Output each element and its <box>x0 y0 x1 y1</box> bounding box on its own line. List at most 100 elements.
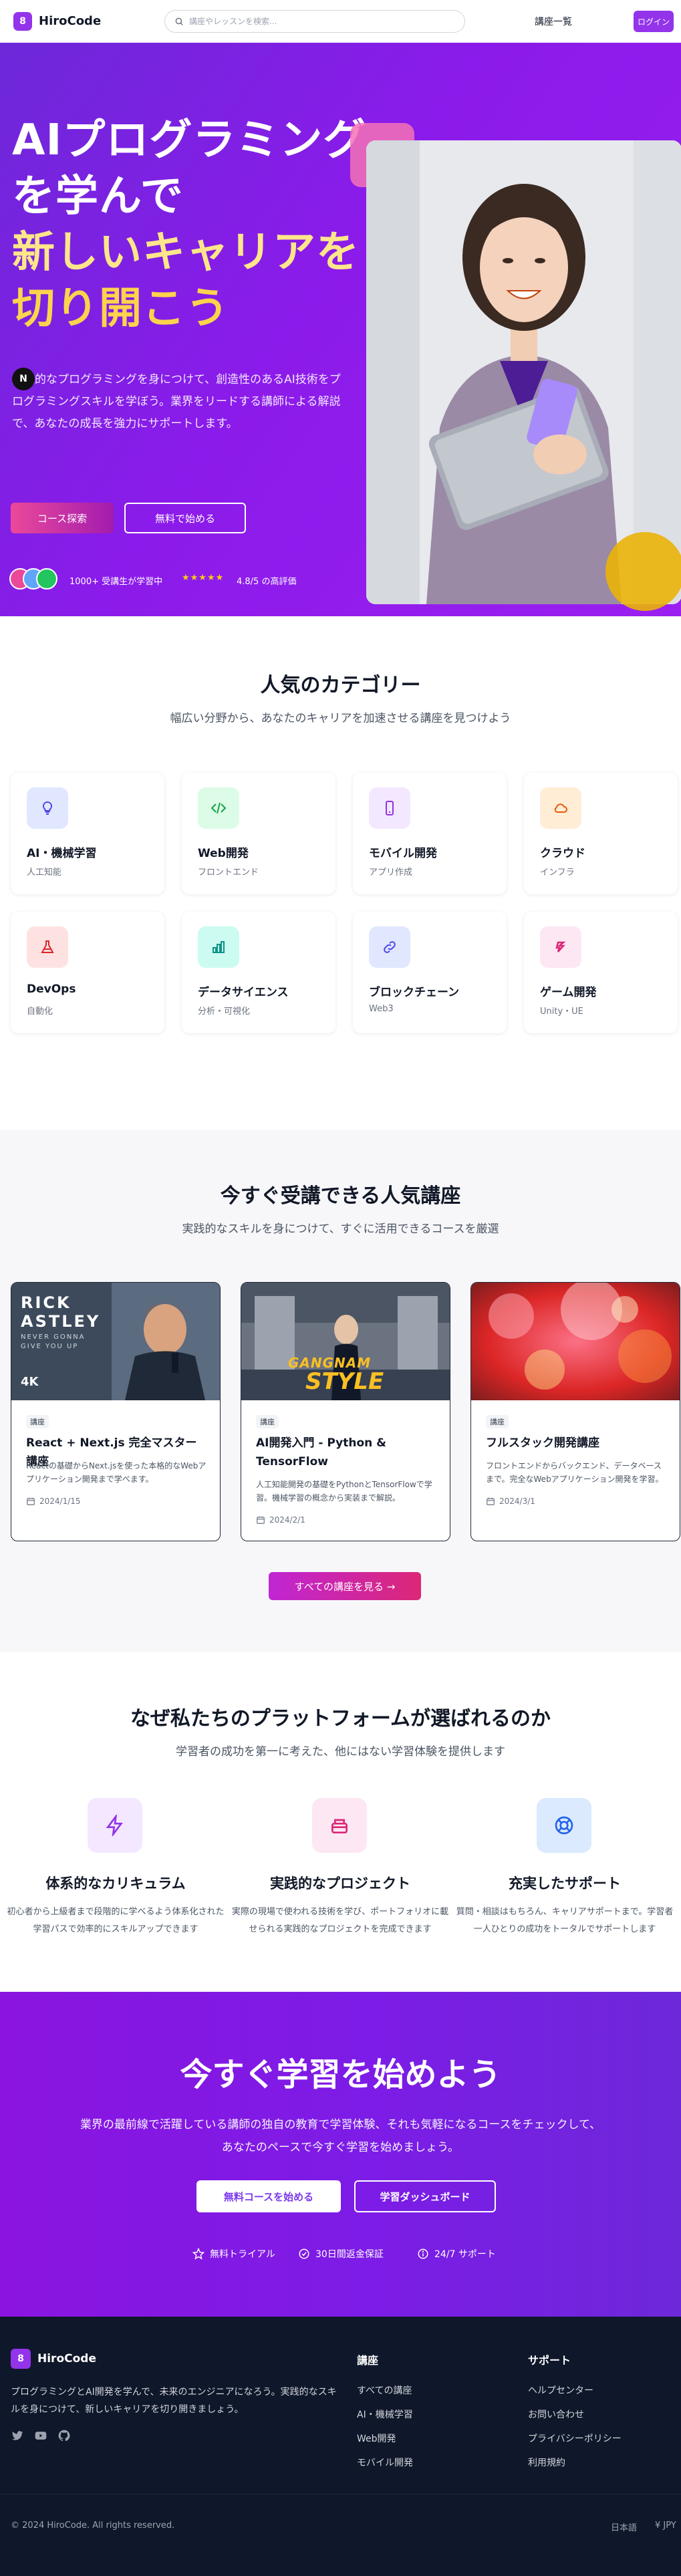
learning-dashboard-button[interactable]: 学習ダッシュボード <box>354 2180 496 2212</box>
category-name: AI・機械学習 <box>27 847 97 860</box>
course-thumbnail <box>471 1283 680 1400</box>
category-name: ゲーム開発 <box>540 986 597 999</box>
category-card-cloud[interactable]: クラウド インフラ <box>524 773 678 894</box>
game-icon <box>540 926 581 968</box>
category-card-ai[interactable]: AI・機械学習 人工知能 <box>11 773 164 894</box>
github-icon[interactable] <box>57 2429 71 2442</box>
category-card-data-science[interactable]: データサイエンス 分析・可視化 <box>182 912 335 1033</box>
category-name: ブロックチェーン <box>369 986 460 999</box>
thumbnail-text: STYLE <box>305 1368 384 1395</box>
flask-icon <box>27 926 68 968</box>
courses-title: 今すぐ受講できる人気講座 <box>220 1184 461 1208</box>
category-card-blockchain[interactable]: ブロックチェーン Web3 <box>353 912 507 1033</box>
course-date: 2024/3/1 <box>486 1497 535 1506</box>
category-name: DevOps <box>27 983 76 996</box>
start-free-course-button[interactable]: 無料コースを始める <box>196 2180 341 2212</box>
site-footer: 8 HiroCode プログラミングとAI開発を学んで、未来のエンジニアになろう… <box>0 2317 681 2576</box>
feature-description: 初心者から上級者まで段階的に学べるよう体系化された学習パスで効率的にスキルアップ… <box>7 1907 225 1934</box>
search-input[interactable] <box>189 17 443 26</box>
search-icon <box>175 17 183 25</box>
course-description: Reactの基礎からNext.jsを使った本格的なWebアプリケーション開発まで… <box>26 1461 207 1484</box>
category-desc: 人工知能 <box>27 868 62 878</box>
categories-title: 人気のカテゴリー <box>260 674 421 697</box>
category-card-game[interactable]: ゲーム開発 Unity・UE <box>524 912 678 1033</box>
courses-subtitle: 実践的なスキルを身につけて、すぐに活用できるコースを厳選 <box>182 1222 499 1236</box>
cta-feature-support: 24/7 サポート <box>417 2247 496 2261</box>
youtube-icon[interactable] <box>33 2429 48 2442</box>
category-desc: インフラ <box>540 868 575 878</box>
category-desc: Web3 <box>369 1004 394 1014</box>
feature-title: 体系的なカリキュラム <box>45 1876 186 1892</box>
calendar-icon <box>487 1497 495 1505</box>
footer-logo-badge: 8 <box>11 2349 31 2369</box>
footer-link[interactable]: モバイル開発 <box>357 2456 413 2469</box>
footer-link[interactable]: Web開発 <box>357 2432 396 2445</box>
mobile-icon <box>369 787 410 829</box>
footer-link[interactable]: お問い合わせ <box>528 2408 584 2421</box>
cta-feature-label: 30日間返金保証 <box>315 2249 384 2260</box>
course-card[interactable]: 講座 フルスタック開発講座 フロントエンドからバックエンド、データベースまで。完… <box>470 1282 680 1541</box>
categories-subtitle: 幅広い分野から、あなたのキャリアを加速させる講座を見つけよう <box>170 712 511 725</box>
calendar-icon <box>27 1497 35 1505</box>
category-desc: Unity・UE <box>540 1007 583 1017</box>
footer-logo[interactable]: 8 HiroCode <box>11 2349 96 2369</box>
category-card-mobile[interactable]: モバイル開発 アプリ作成 <box>353 773 507 894</box>
start-free-button[interactable]: 無料で始める <box>124 503 246 533</box>
feature-description: 質問・相談はもちろん、キャリアサポートまで。学習者一人ひとりの成功をトータルでサ… <box>456 1907 674 1934</box>
footer-link[interactable]: すべての講座 <box>357 2384 412 2397</box>
hero-title-line: AIプログラミング <box>12 116 367 165</box>
cta-section: 今すぐ学習を始めよう 業界の最前線で活躍している講師の独自の教育で学習体験、それ… <box>0 1992 681 2317</box>
course-tag: 講座 <box>256 1415 279 1428</box>
course-tag: 講座 <box>26 1415 49 1428</box>
brand-name[interactable]: HiroCode <box>39 14 101 28</box>
rating-stars: ★★★★★ <box>182 573 225 583</box>
rating-text: 4.8/5 の高評価 <box>237 577 297 587</box>
course-date: 2024/1/15 <box>26 1497 81 1506</box>
view-all-courses-button[interactable]: すべての講座を見る → <box>269 1572 421 1600</box>
nav-courses-link[interactable]: 講座一覧 <box>535 15 572 28</box>
course-card[interactable]: GANGNAM STYLE 講座 AI開発入門 - Python & Tenso… <box>241 1282 450 1541</box>
category-card-devops[interactable]: DevOps 自動化 <box>11 912 164 1033</box>
cta-feature-label: 無料トライアル <box>210 2249 275 2260</box>
course-description: 人工知能開発の基礎をPythonとTensorFlowで学習。機械学習の概念から… <box>256 1480 432 1503</box>
course-thumbnail: RICK ASTLEY NEVER GONNA GIVE YOU UP 4K <box>11 1283 220 1400</box>
bolt-icon <box>88 1798 142 1853</box>
feature-curriculum: 体系的なカリキュラム 初心者から上級者まで段階的に学べるよう体系化された学習パス… <box>5 1798 225 1945</box>
category-name: モバイル開発 <box>369 847 437 860</box>
cta-feature-refund: 30日間返金保証 <box>298 2247 384 2261</box>
calendar-icon <box>257 1516 265 1524</box>
star-icon <box>192 2248 205 2260</box>
info-icon <box>418 2248 428 2259</box>
hero-title: AIプログラミング を学んで 新しいキャリアを 切り開こう <box>12 112 366 337</box>
course-card[interactable]: RICK ASTLEY NEVER GONNA GIVE YOU UP 4K 講… <box>11 1282 221 1541</box>
category-desc: 分析・可視化 <box>198 1007 251 1017</box>
footer-link[interactable]: AI・機械学習 <box>357 2408 413 2421</box>
link-icon <box>369 926 410 968</box>
feature-projects: 実践的なプロジェクト 実際の現場で使われる技術を学び、ポートフォリオに載せられる… <box>230 1798 448 1945</box>
explore-courses-button[interactable]: コース探索 <box>11 503 114 533</box>
course-date: 2024/2/1 <box>256 1515 305 1525</box>
code-icon <box>198 787 239 829</box>
decorative-circle <box>605 532 681 611</box>
course-title: AI開発入門 - Python & TensorFlow <box>256 1436 386 1468</box>
check-circle-icon <box>299 2248 309 2259</box>
search-bar[interactable] <box>164 10 465 33</box>
logo-badge[interactable]: 8 <box>13 11 32 31</box>
footer-link[interactable]: 利用規約 <box>528 2456 565 2469</box>
twitter-icon[interactable] <box>11 2429 24 2442</box>
currency-selector[interactable]: ¥ JPY <box>655 2521 676 2531</box>
feature-support: 充実したサポート 質問・相談はもちろん、キャリアサポートまで。学習者一人ひとりの… <box>454 1798 673 1945</box>
footer-link[interactable]: ヘルプセンター <box>528 2384 593 2397</box>
footer-description: プログラミングとAI開発を学んで、未来のエンジニアになろう。実践的なスキルを身に… <box>11 2387 337 2415</box>
language-selector[interactable]: 日本語 <box>611 2521 637 2533</box>
n-badge[interactable]: N <box>12 368 35 390</box>
course-date-text: 2024/3/1 <box>499 1497 535 1506</box>
login-button[interactable]: ログイン <box>634 11 674 32</box>
footer-link[interactable]: プライバシーポリシー <box>528 2432 622 2445</box>
why-subtitle: 学習者の成功を第一に考えた、他にはない学習体験を提供します <box>176 1745 505 1759</box>
category-card-web[interactable]: Web開発 フロントエンド <box>182 773 335 894</box>
hero-title-line: を学んで <box>12 172 184 221</box>
course-tag: 講座 <box>486 1415 509 1428</box>
thumbnail-text: ASTLEY <box>21 1312 101 1331</box>
footer-col-support-title: サポート <box>528 2354 571 2367</box>
